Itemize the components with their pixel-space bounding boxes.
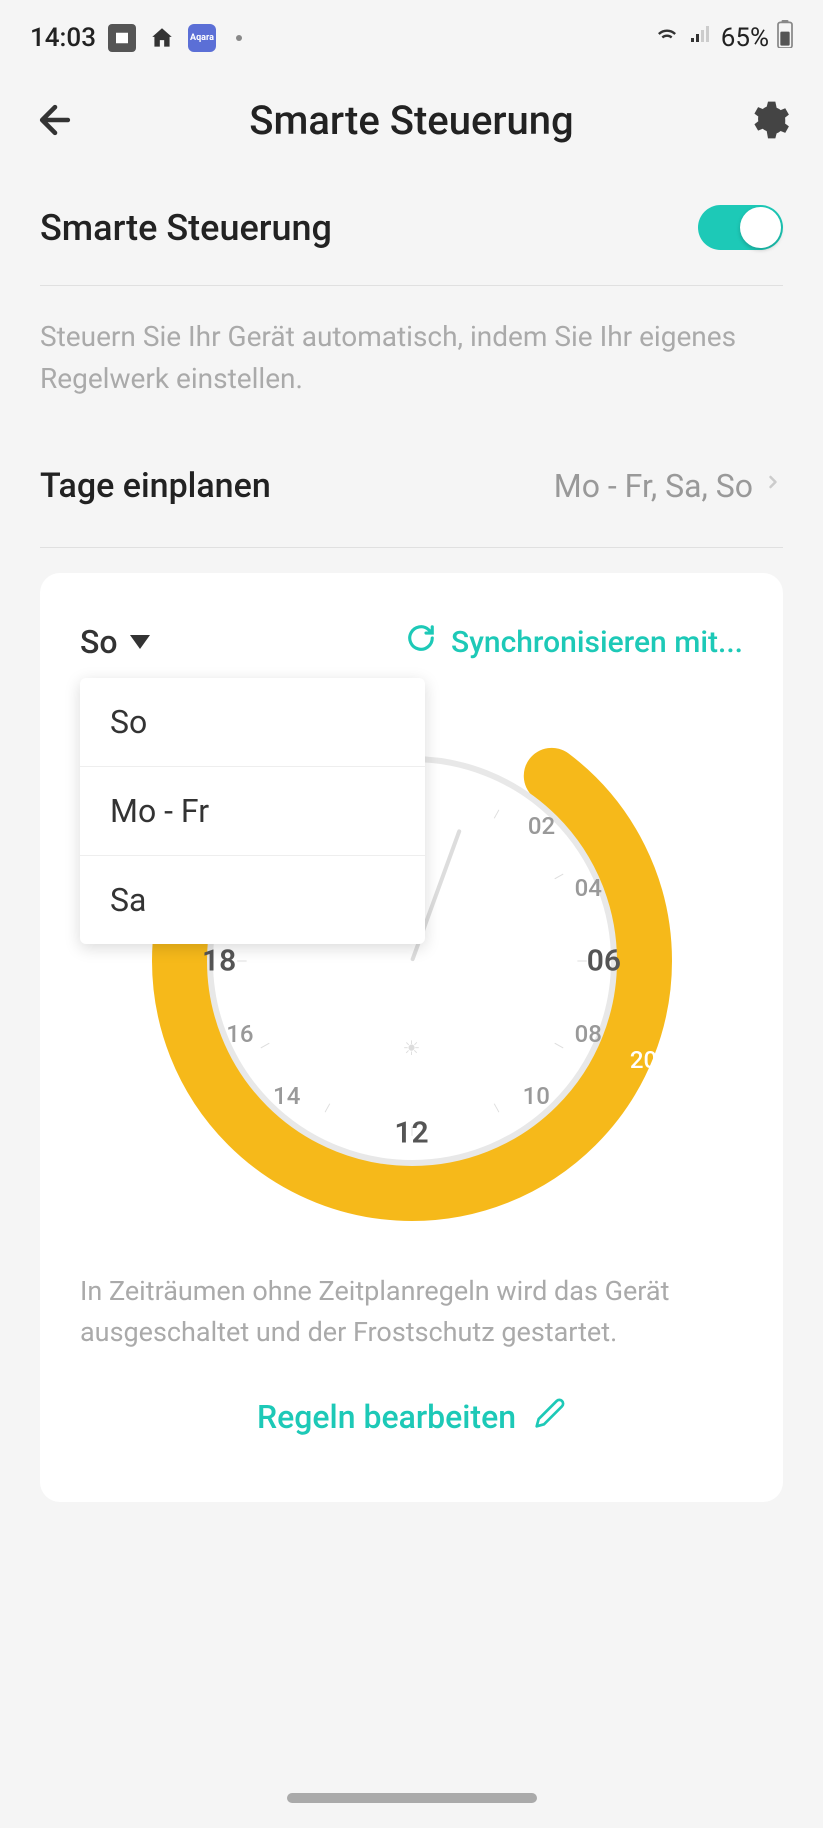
card-top-row: So Synchronisieren mit... So Mo - Fr Sa	[80, 623, 743, 661]
hour-02: 02	[528, 812, 555, 840]
hour-06: 06	[587, 944, 621, 979]
chevron-right-icon	[763, 465, 783, 507]
day-dropdown: So Mo - Fr Sa	[80, 678, 425, 944]
status-time: 14:03	[30, 23, 96, 53]
edit-rules-button[interactable]: Regeln bearbeiten	[80, 1382, 743, 1452]
back-button[interactable]	[30, 95, 80, 145]
status-bar: 14:03 Aqara 65%	[0, 0, 823, 65]
hour-10: 10	[523, 1082, 550, 1110]
schedule-value-group: Mo - Fr, Sa, So	[554, 465, 783, 507]
page-title: Smarte Steuerung	[80, 97, 743, 144]
hour-14: 14	[273, 1082, 300, 1110]
sync-label: Synchronisieren mit...	[451, 625, 743, 660]
toggle-knob	[740, 207, 781, 248]
signal-icon	[689, 22, 713, 53]
divider	[40, 285, 783, 286]
pencil-icon	[534, 1397, 566, 1437]
battery-icon	[777, 20, 793, 55]
smart-control-toggle[interactable]	[698, 205, 783, 250]
schedule-value: Mo - Fr, Sa, So	[554, 467, 753, 505]
notification-dot-icon	[236, 35, 242, 41]
hour-18: 18	[202, 944, 236, 979]
dropdown-option-mofr[interactable]: Mo - Fr	[80, 767, 425, 856]
settings-button[interactable]	[743, 95, 793, 145]
aqara-icon: Aqara	[188, 24, 216, 52]
schedule-label: Tage einplanen	[40, 466, 271, 506]
hour-08: 08	[575, 1020, 602, 1048]
card-note: In Zeiträumen ohne Zeitplanregeln wird d…	[80, 1251, 743, 1382]
schedule-days-row[interactable]: Tage einplanen Mo - Fr, Sa, So	[40, 440, 783, 532]
hour-12: 12	[394, 1115, 428, 1150]
status-left: 14:03 Aqara	[30, 23, 242, 53]
home-icon	[148, 24, 176, 52]
day-selected-label: So	[80, 623, 118, 661]
smart-control-description: Steuern Sie Ihr Gerät automatisch, indem…	[40, 301, 783, 440]
main-content: Smarte Steuerung Steuern Sie Ihr Gerät a…	[0, 165, 823, 1502]
dropdown-option-sa[interactable]: Sa	[80, 856, 425, 944]
android-nav-bar[interactable]	[287, 1793, 537, 1803]
smart-control-row: Smarte Steuerung	[40, 165, 783, 270]
hour-04: 04	[575, 874, 602, 902]
smart-control-title: Smarte Steuerung	[40, 207, 332, 249]
caret-down-icon	[130, 635, 150, 649]
edit-rules-label: Regeln bearbeiten	[257, 1398, 516, 1436]
battery-percent: 65%	[721, 23, 769, 53]
wifi-icon	[653, 20, 681, 55]
divider	[40, 547, 783, 548]
dropdown-option-so[interactable]: So	[80, 678, 425, 767]
day-selector[interactable]: So	[80, 623, 150, 661]
gallery-icon	[108, 24, 136, 52]
sync-icon	[406, 623, 436, 661]
status-right: 65%	[653, 20, 793, 55]
sun-icon: ☀	[403, 1036, 421, 1060]
app-header: Smarte Steuerung	[0, 65, 823, 165]
schedule-card: So Synchronisieren mit... So Mo - Fr Sa	[40, 573, 783, 1502]
sync-button[interactable]: Synchronisieren mit...	[406, 623, 743, 661]
hour-16: 16	[226, 1020, 253, 1048]
temp-badge: 20°C	[630, 1046, 682, 1074]
